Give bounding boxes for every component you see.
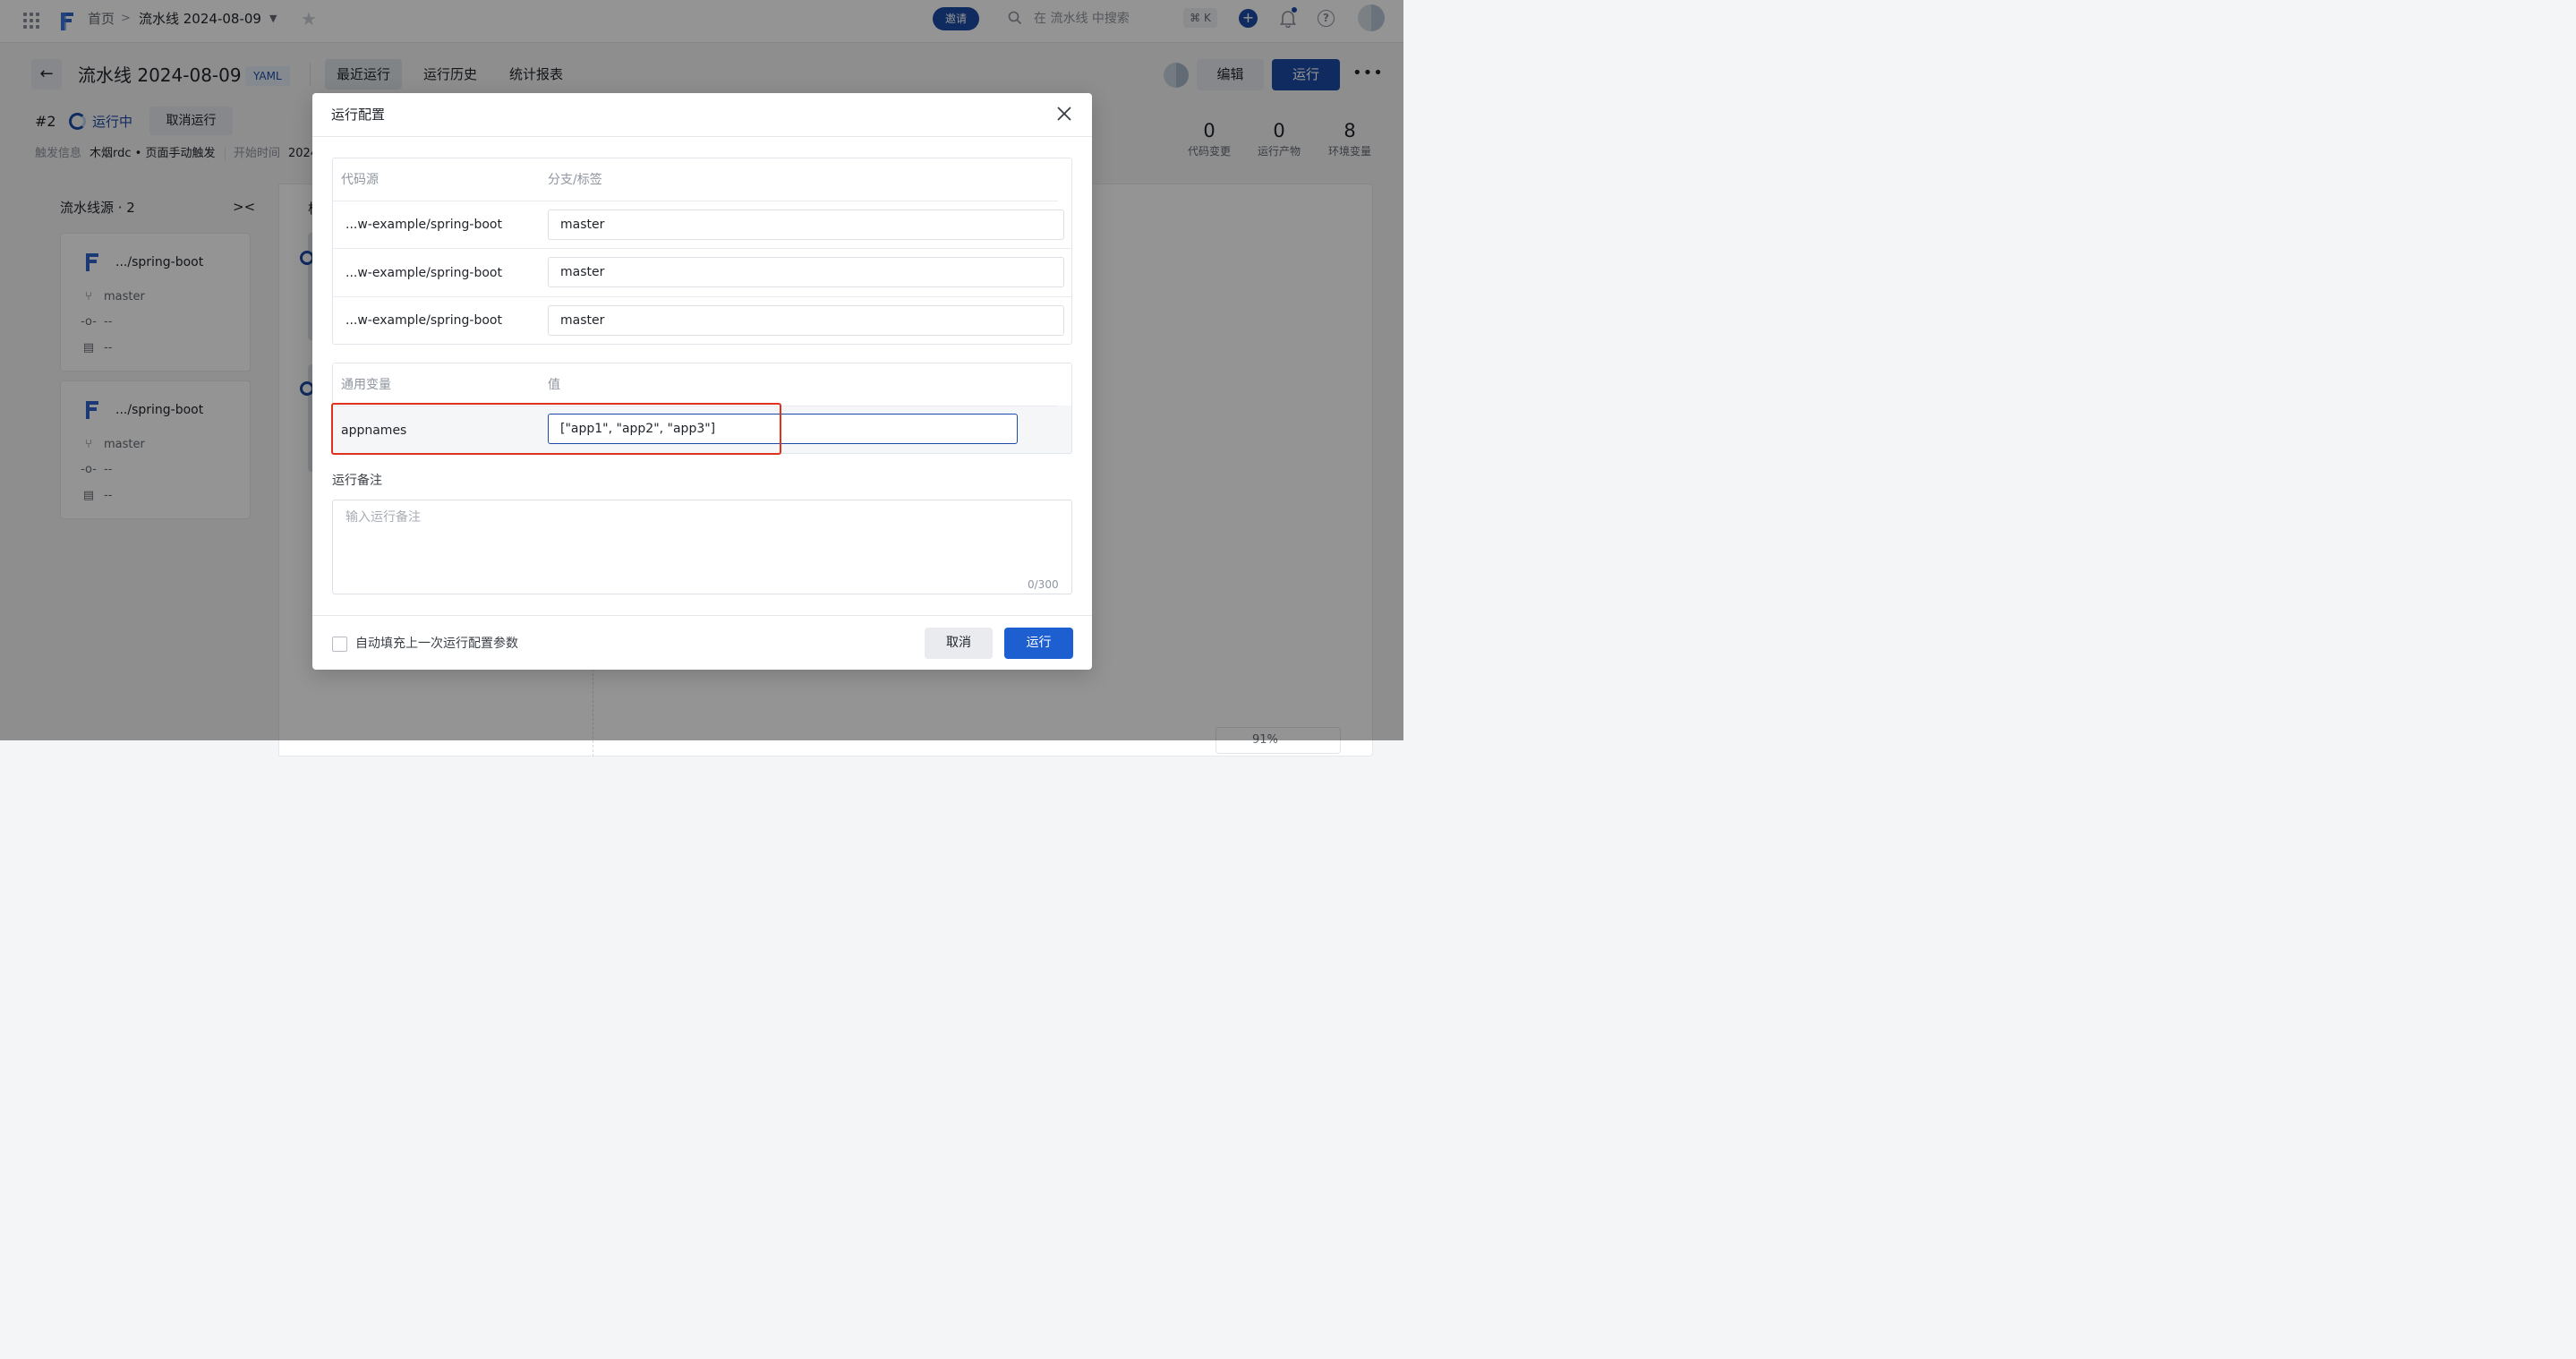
branch-input[interactable]: master [548, 257, 1064, 287]
branch-input[interactable]: master [548, 209, 1064, 240]
char-counter: 0/300 [1028, 578, 1059, 591]
source-name: ...w-example/spring-boot [345, 266, 502, 280]
source-name: ...w-example/spring-boot [345, 313, 502, 328]
column-header-value: 值 [548, 378, 560, 392]
source-branch-table: 代码源 分支/标签 ...w-example/spring-boot maste… [332, 158, 1072, 345]
run-note-placeholder: 输入运行备注 [345, 510, 421, 525]
column-header-variable: 通用变量 [341, 378, 391, 392]
confirm-run-button[interactable]: 运行 [1004, 628, 1073, 659]
branch-input[interactable]: master [548, 305, 1064, 336]
cancel-button[interactable]: 取消 [925, 628, 993, 659]
table-header [333, 363, 1071, 406]
run-note-label: 运行备注 [332, 474, 382, 488]
autofill-label[interactable]: 自动填充上一次运行配置参数 [355, 636, 518, 652]
column-header-source: 代码源 [341, 173, 379, 187]
source-name: ...w-example/spring-boot [345, 218, 502, 232]
highlight-annotation [331, 403, 781, 455]
dialog-title: 运行配置 [331, 107, 386, 123]
run-note-textarea[interactable]: 输入运行备注 0/300 [332, 500, 1072, 594]
column-header-branch: 分支/标签 [548, 173, 602, 187]
close-icon[interactable] [1054, 104, 1074, 124]
divider [312, 615, 1092, 616]
divider [333, 248, 1071, 249]
autofill-checkbox[interactable] [332, 637, 347, 652]
run-config-dialog: 运行配置 代码源 分支/标签 ...w-example/spring-boot … [312, 93, 1092, 670]
divider [333, 296, 1071, 297]
divider [312, 136, 1092, 137]
